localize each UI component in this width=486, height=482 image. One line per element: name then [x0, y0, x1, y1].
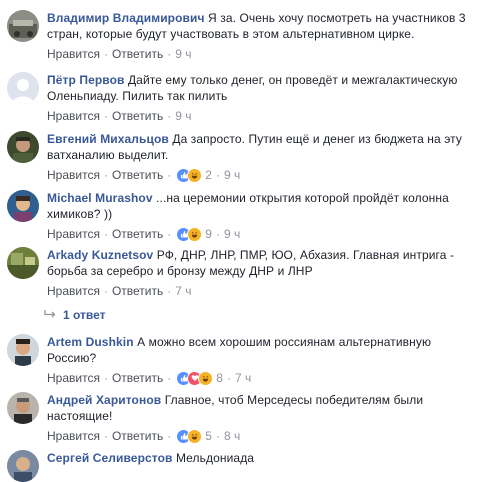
author-name[interactable]: Artem Dushkin	[47, 335, 134, 349]
separator: ·	[167, 429, 172, 443]
like-button[interactable]: Нравится	[47, 108, 100, 124]
comment-actions: Нравится · Ответить · 9 ч	[47, 46, 467, 62]
comment-body: Евгений Михальцов Да запросто. Путин ещё…	[47, 131, 467, 183]
like-button[interactable]: Нравится	[47, 46, 100, 62]
haha-reaction-icon	[198, 370, 214, 386]
reaction-count[interactable]: 8	[216, 370, 223, 386]
reply-button[interactable]: Ответить	[112, 108, 163, 124]
timestamp[interactable]: 9 ч	[224, 226, 240, 242]
view-replies-link[interactable]: 1 ответ	[43, 308, 106, 322]
comment-bubble: Андрей Харитонов Главное, чтоб Мерседесы…	[47, 392, 467, 424]
comment-actions: Нравится · Ответить · 5 · 8 ч	[47, 428, 467, 444]
separator: ·	[103, 284, 108, 298]
reply-button[interactable]: Ответить	[112, 428, 163, 444]
haha-reaction-icon	[187, 226, 203, 242]
reaction-summary[interactable]	[176, 370, 214, 386]
avatar[interactable]	[7, 131, 39, 163]
separator: ·	[215, 227, 220, 241]
separator: ·	[167, 109, 172, 123]
replies-count-label: 1 ответ	[63, 308, 106, 322]
avatar[interactable]	[7, 72, 39, 104]
comment-actions: Нравится · Ответить · 7 ч	[47, 283, 467, 299]
separator: ·	[103, 168, 108, 182]
comment-text: Мельдониада	[175, 451, 255, 465]
avatar[interactable]	[7, 392, 39, 424]
reply-button[interactable]: Ответить	[112, 167, 163, 183]
reply-arrow-icon	[43, 308, 57, 322]
timestamp[interactable]: 8 ч	[224, 428, 240, 444]
separator: ·	[226, 371, 231, 385]
comment-body: Пётр Первов Дайте ему только денег, он п…	[47, 72, 467, 124]
author-name[interactable]: Пётр Первов	[47, 73, 125, 87]
haha-reaction-icon	[187, 428, 203, 444]
comment-body: Владимир Владимирович Я за. Очень хочу п…	[47, 10, 467, 62]
comment-body: Artem Dushkin А можно всем хорошим росси…	[47, 334, 467, 386]
separator: ·	[103, 109, 108, 123]
comment-body: Arkady Kuznetsov РФ, ДНР, ЛНР, ПМР, ЮО, …	[47, 247, 467, 299]
reaction-summary[interactable]	[176, 428, 203, 444]
comment-body: Андрей Харитонов Главное, чтоб Мерседесы…	[47, 392, 467, 444]
avatar[interactable]	[7, 10, 39, 42]
comment-body: Сергей Селиверстов Мельдониада	[47, 450, 467, 466]
like-button[interactable]: Нравится	[47, 283, 100, 299]
timestamp[interactable]: 9 ч	[224, 167, 240, 183]
comments-feed: Владимир Владимирович Я за. Очень хочу п…	[0, 0, 486, 482]
reaction-summary[interactable]	[176, 226, 203, 242]
haha-reaction-icon	[187, 167, 203, 183]
separator: ·	[103, 371, 108, 385]
comment-actions: Нравится · Ответить · 8 · 7 ч	[47, 370, 467, 386]
like-button[interactable]: Нравится	[47, 167, 100, 183]
comment-bubble: Arkady Kuznetsov РФ, ДНР, ЛНР, ПМР, ЮО, …	[47, 247, 467, 279]
reply-button[interactable]: Ответить	[112, 46, 163, 62]
comment-actions: Нравится · Ответить · 9 · 9 ч	[47, 226, 467, 242]
comment-actions: Нравится · Ответить · 2 · 9 ч	[47, 167, 467, 183]
avatar[interactable]	[7, 334, 39, 366]
author-name[interactable]: Владимир Владимирович	[47, 11, 205, 25]
separator: ·	[215, 429, 220, 443]
like-button[interactable]: Нравится	[47, 370, 100, 386]
reaction-summary[interactable]	[176, 167, 203, 183]
reaction-count[interactable]: 9	[205, 226, 212, 242]
separator: ·	[167, 47, 172, 61]
separator: ·	[167, 371, 172, 385]
author-name[interactable]: Arkady Kuznetsov	[47, 248, 153, 262]
reply-button[interactable]: Ответить	[112, 370, 163, 386]
separator: ·	[167, 227, 172, 241]
comment-body: Michael Murashov ...на церемонии открыти…	[47, 190, 467, 242]
comment-bubble: Сергей Селиверстов Мельдониада	[47, 450, 467, 466]
comment-bubble: Artem Dushkin А можно всем хорошим росси…	[47, 334, 467, 366]
comment-bubble: Пётр Первов Дайте ему только денег, он п…	[47, 72, 467, 104]
avatar[interactable]	[7, 247, 39, 279]
author-name[interactable]: Андрей Харитонов	[47, 393, 161, 407]
author-name[interactable]: Евгений Михальцов	[47, 132, 169, 146]
like-button[interactable]: Нравится	[47, 226, 100, 242]
author-name[interactable]: Michael Murashov	[47, 191, 153, 205]
like-button[interactable]: Нравится	[47, 428, 100, 444]
reaction-count[interactable]: 2	[205, 167, 212, 183]
timestamp[interactable]: 9 ч	[175, 108, 191, 124]
avatar[interactable]	[7, 190, 39, 222]
separator: ·	[167, 168, 172, 182]
separator: ·	[103, 429, 108, 443]
timestamp[interactable]: 7 ч	[175, 283, 191, 299]
timestamp[interactable]: 9 ч	[175, 46, 191, 62]
comment-bubble: Евгений Михальцов Да запросто. Путин ещё…	[47, 131, 467, 163]
reply-button[interactable]: Ответить	[112, 283, 163, 299]
separator: ·	[103, 47, 108, 61]
reaction-count[interactable]: 5	[205, 428, 212, 444]
comment-actions: Нравится · Ответить · 9 ч	[47, 108, 467, 124]
separator: ·	[167, 284, 172, 298]
comment-bubble: Michael Murashov ...на церемонии открыти…	[47, 190, 467, 222]
timestamp[interactable]: 7 ч	[235, 370, 251, 386]
comment-bubble: Владимир Владимирович Я за. Очень хочу п…	[47, 10, 467, 42]
separator: ·	[103, 227, 108, 241]
avatar[interactable]	[7, 450, 39, 482]
author-name[interactable]: Сергей Селиверстов	[47, 451, 173, 465]
reply-button[interactable]: Ответить	[112, 226, 163, 242]
separator: ·	[215, 168, 220, 182]
